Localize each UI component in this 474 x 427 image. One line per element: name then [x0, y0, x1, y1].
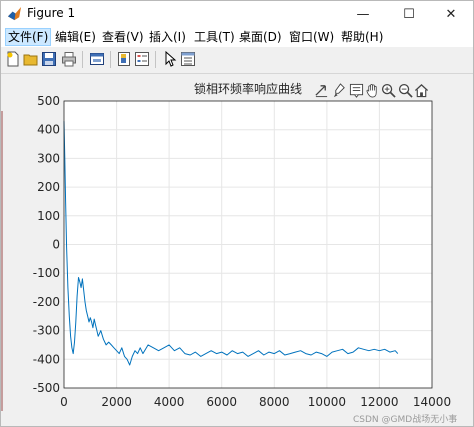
y-tick-label: 0	[52, 238, 60, 252]
plot-svg: 锁相环频率响应曲线 500 400 300 200 100 0 -100 -20…	[33, 81, 451, 409]
zoom-in-icon[interactable]	[381, 83, 396, 98]
datatip-icon[interactable]	[349, 83, 364, 98]
export-icon[interactable]	[314, 83, 329, 98]
y-tick-label: 200	[37, 180, 60, 194]
pan-icon[interactable]	[365, 83, 380, 98]
x-tick-label: 10000	[308, 395, 346, 409]
y-tick-label: -400	[33, 352, 60, 366]
x-tick-label: 14000	[413, 395, 451, 409]
brush-icon[interactable]	[332, 83, 347, 98]
y-tick-label: -200	[33, 295, 60, 309]
chart-title: 锁相环频率响应曲线	[194, 81, 302, 96]
y-tick-label: -100	[33, 266, 60, 280]
y-tick-label: 400	[37, 123, 60, 137]
x-tick-label: 6000	[206, 395, 237, 409]
x-tick-label: 0	[60, 395, 68, 409]
home-icon[interactable]	[414, 83, 429, 98]
y-tick-label: 100	[37, 209, 60, 223]
x-tick-label: 4000	[154, 395, 185, 409]
x-tick-label: 12000	[360, 395, 398, 409]
y-tick-label: -300	[33, 324, 60, 338]
y-tick-label: -500	[33, 381, 60, 395]
watermark-text: CSDN @GMD战场无小事	[353, 415, 458, 425]
y-tick-label: 300	[37, 151, 60, 165]
y-tick-labels: 500 400 300 200 100 0 -100 -200 -300 -40…	[33, 94, 60, 395]
x-tick-labels: 0 2000 4000 6000 8000 10000 12000 14000	[60, 395, 451, 409]
y-tick-label: 500	[37, 94, 60, 108]
zoom-out-icon[interactable]	[398, 83, 413, 98]
x-tick-label: 8000	[259, 395, 290, 409]
x-tick-label: 2000	[101, 395, 132, 409]
figure-window: Figure 1 — ☐ ✕ 文件(F) 编辑(E) 查看(V) 插入(I) 工…	[0, 0, 474, 427]
